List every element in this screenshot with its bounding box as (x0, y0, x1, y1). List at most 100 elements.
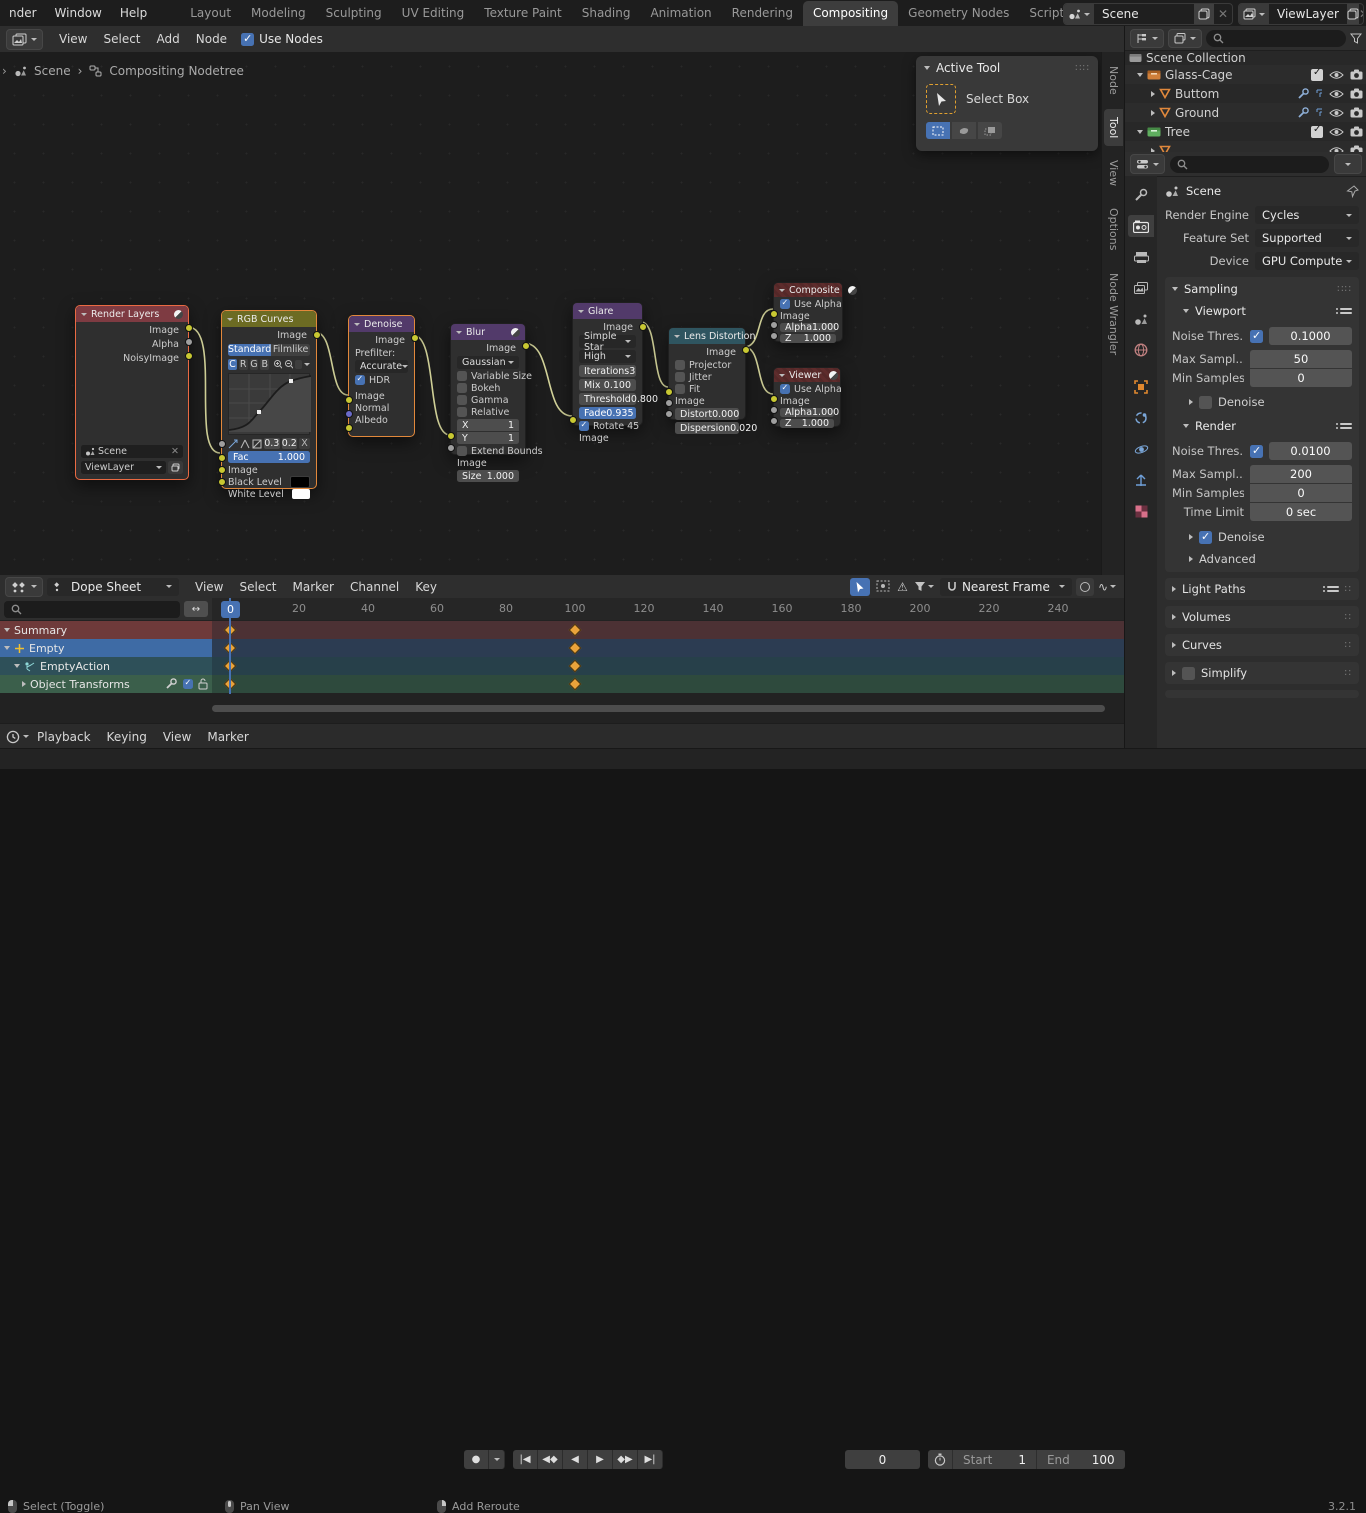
jump-to-end-button[interactable]: ▶| (638, 1450, 663, 1469)
jump-to-start-button[interactable]: |◀ (513, 1450, 538, 1469)
min-samples-field[interactable]: 0 (1250, 484, 1352, 502)
channel-c-button[interactable]: C (228, 359, 237, 370)
simplify-panel[interactable]: Simplify ∷ (1165, 662, 1359, 684)
use-alpha-checkbox[interactable] (780, 384, 790, 394)
denoise-checkbox[interactable] (1199, 531, 1212, 544)
extend-icon[interactable] (252, 439, 262, 449)
new-viewlayer-button[interactable] (1347, 4, 1359, 24)
socket-image-out[interactable] (639, 323, 647, 331)
fade-slider[interactable]: Fade0.935 (579, 407, 636, 419)
collapse-icon[interactable] (227, 318, 233, 321)
distort-field[interactable]: Distort0.000 (675, 408, 739, 420)
preset-icon[interactable] (1340, 423, 1352, 429)
viewlayer-selector[interactable]: ViewLayer ✕ (1238, 3, 1364, 25)
viewport-denoise-row[interactable]: Denoise (1165, 392, 1359, 411)
modifier-wrench-icon[interactable] (1297, 88, 1310, 100)
size-field[interactable]: Size1.000 (457, 470, 519, 482)
menu-marker[interactable]: Marker (285, 580, 342, 594)
tab-node[interactable]: Node (1104, 58, 1123, 103)
node-composite[interactable]: Composite Use Alpha Image Alpha1.000 Z1.… (773, 282, 843, 342)
menu-view[interactable]: View (155, 730, 199, 744)
channel-r-button[interactable]: R (239, 359, 248, 370)
socket-z-in[interactable] (770, 417, 778, 425)
tab-animation[interactable]: Animation (640, 1, 721, 26)
tab-physics[interactable] (1128, 438, 1154, 460)
tab-rendering[interactable]: Rendering (722, 1, 803, 26)
camera-icon[interactable] (1350, 69, 1363, 80)
scene-name[interactable]: Scene (1094, 7, 1194, 21)
socket-image-out[interactable] (313, 331, 321, 339)
menu-help[interactable]: Help (111, 6, 156, 20)
tab-object-data[interactable] (1128, 469, 1154, 491)
channel-object-transforms[interactable]: Object Transforms (0, 675, 212, 693)
tab-output[interactable] (1128, 246, 1154, 268)
handle-auto-icon[interactable] (228, 439, 238, 449)
invert-filter-button[interactable]: ↔ (184, 601, 208, 617)
tab-render[interactable] (1128, 215, 1154, 237)
tab-view[interactable]: View (1104, 152, 1123, 194)
horizontal-scrollbar[interactable] (212, 705, 1105, 712)
select-box-tool-icon[interactable] (926, 84, 956, 114)
scene-selector[interactable]: Scene ✕ (1063, 3, 1233, 25)
node-viewer[interactable]: Viewer Use Alpha Image Alpha1.000 Z1.000 (773, 367, 841, 427)
socket-white-in[interactable] (218, 478, 226, 486)
preset-icon[interactable] (1340, 308, 1352, 314)
collapse-icon[interactable] (779, 289, 785, 292)
prefilter-dropdown[interactable]: Accurate (355, 360, 408, 373)
camera-icon[interactable] (1350, 107, 1363, 118)
editor-type-button[interactable] (6, 29, 43, 50)
node-render-layers[interactable]: Render Layers Image Alpha NoisyImage Sce… (75, 305, 189, 480)
collapse-icon[interactable] (779, 374, 785, 377)
socket-alpha-in[interactable] (770, 406, 778, 414)
min-samples-field[interactable]: 0 (1250, 369, 1352, 387)
socket-image-in[interactable] (345, 396, 353, 404)
use-preview-range-button[interactable] (928, 1450, 953, 1469)
current-frame-field[interactable]: 0 (845, 1450, 920, 1469)
tab-tool[interactable] (1128, 184, 1154, 206)
render-subpanel-header[interactable]: Render (1165, 415, 1359, 437)
handle-vector-icon[interactable] (240, 439, 250, 449)
hdr-checkbox[interactable] (355, 375, 365, 385)
tab-texture[interactable] (1128, 500, 1154, 522)
channel-b-button[interactable]: B (260, 359, 269, 370)
drag-handle[interactable]: ∷ (1345, 668, 1352, 679)
socket-image-in[interactable] (447, 432, 455, 440)
z-field[interactable]: Z1.000 (780, 419, 834, 428)
key-row-summary[interactable] (212, 621, 1124, 639)
expand-icon[interactable] (1137, 73, 1143, 77)
only-selected-toggle[interactable] (850, 578, 870, 596)
expand-icon[interactable] (4, 646, 10, 650)
preset-icon[interactable] (1327, 586, 1339, 592)
channel-enable-checkbox[interactable] (183, 679, 193, 689)
outliner-row-partial[interactable] (1125, 141, 1366, 152)
properties-search-input[interactable] (1170, 156, 1329, 173)
simplify-checkbox[interactable] (1182, 667, 1195, 680)
key-row-empty[interactable] (212, 639, 1124, 657)
viewport-subpanel-header[interactable]: Viewport (1165, 300, 1359, 322)
socket-fac-in[interactable] (218, 440, 226, 448)
menu-view[interactable]: View (187, 580, 231, 594)
socket-image-out[interactable] (522, 342, 530, 350)
socket-black-in[interactable] (218, 466, 226, 474)
tab-texture-paint[interactable]: Texture Paint (474, 1, 571, 26)
menu-node[interactable]: Node (188, 32, 235, 46)
prev-keyframe-button[interactable]: ◀◆ (538, 1450, 563, 1469)
socket-image-in[interactable] (770, 395, 778, 403)
rotate45-checkbox[interactable] (579, 421, 589, 431)
dispersion-field[interactable]: Dispersion0.020 (675, 422, 739, 434)
socket-dispersion-in[interactable] (665, 410, 673, 418)
keying-set-dropdown[interactable] (489, 1450, 505, 1469)
socket-z-in[interactable] (770, 332, 778, 340)
menu-add[interactable]: Add (149, 32, 188, 46)
node-glare[interactable]: Glare Image Simple Star High Iterations3… (572, 302, 643, 426)
noise-threshold-checkbox[interactable] (1250, 445, 1263, 458)
jitter-checkbox[interactable] (675, 372, 685, 382)
key-row-transforms[interactable] (212, 675, 1124, 693)
playback-options-button[interactable] (6, 730, 29, 744)
socket-image-out[interactable] (185, 324, 193, 332)
expand-icon[interactable] (4, 628, 10, 632)
drag-handle[interactable]: ∷ (1345, 612, 1352, 623)
unlock-icon[interactable] (198, 678, 208, 690)
partial-panel[interactable] (1165, 690, 1359, 698)
viewlayer-field[interactable]: ViewLayer (81, 461, 166, 474)
